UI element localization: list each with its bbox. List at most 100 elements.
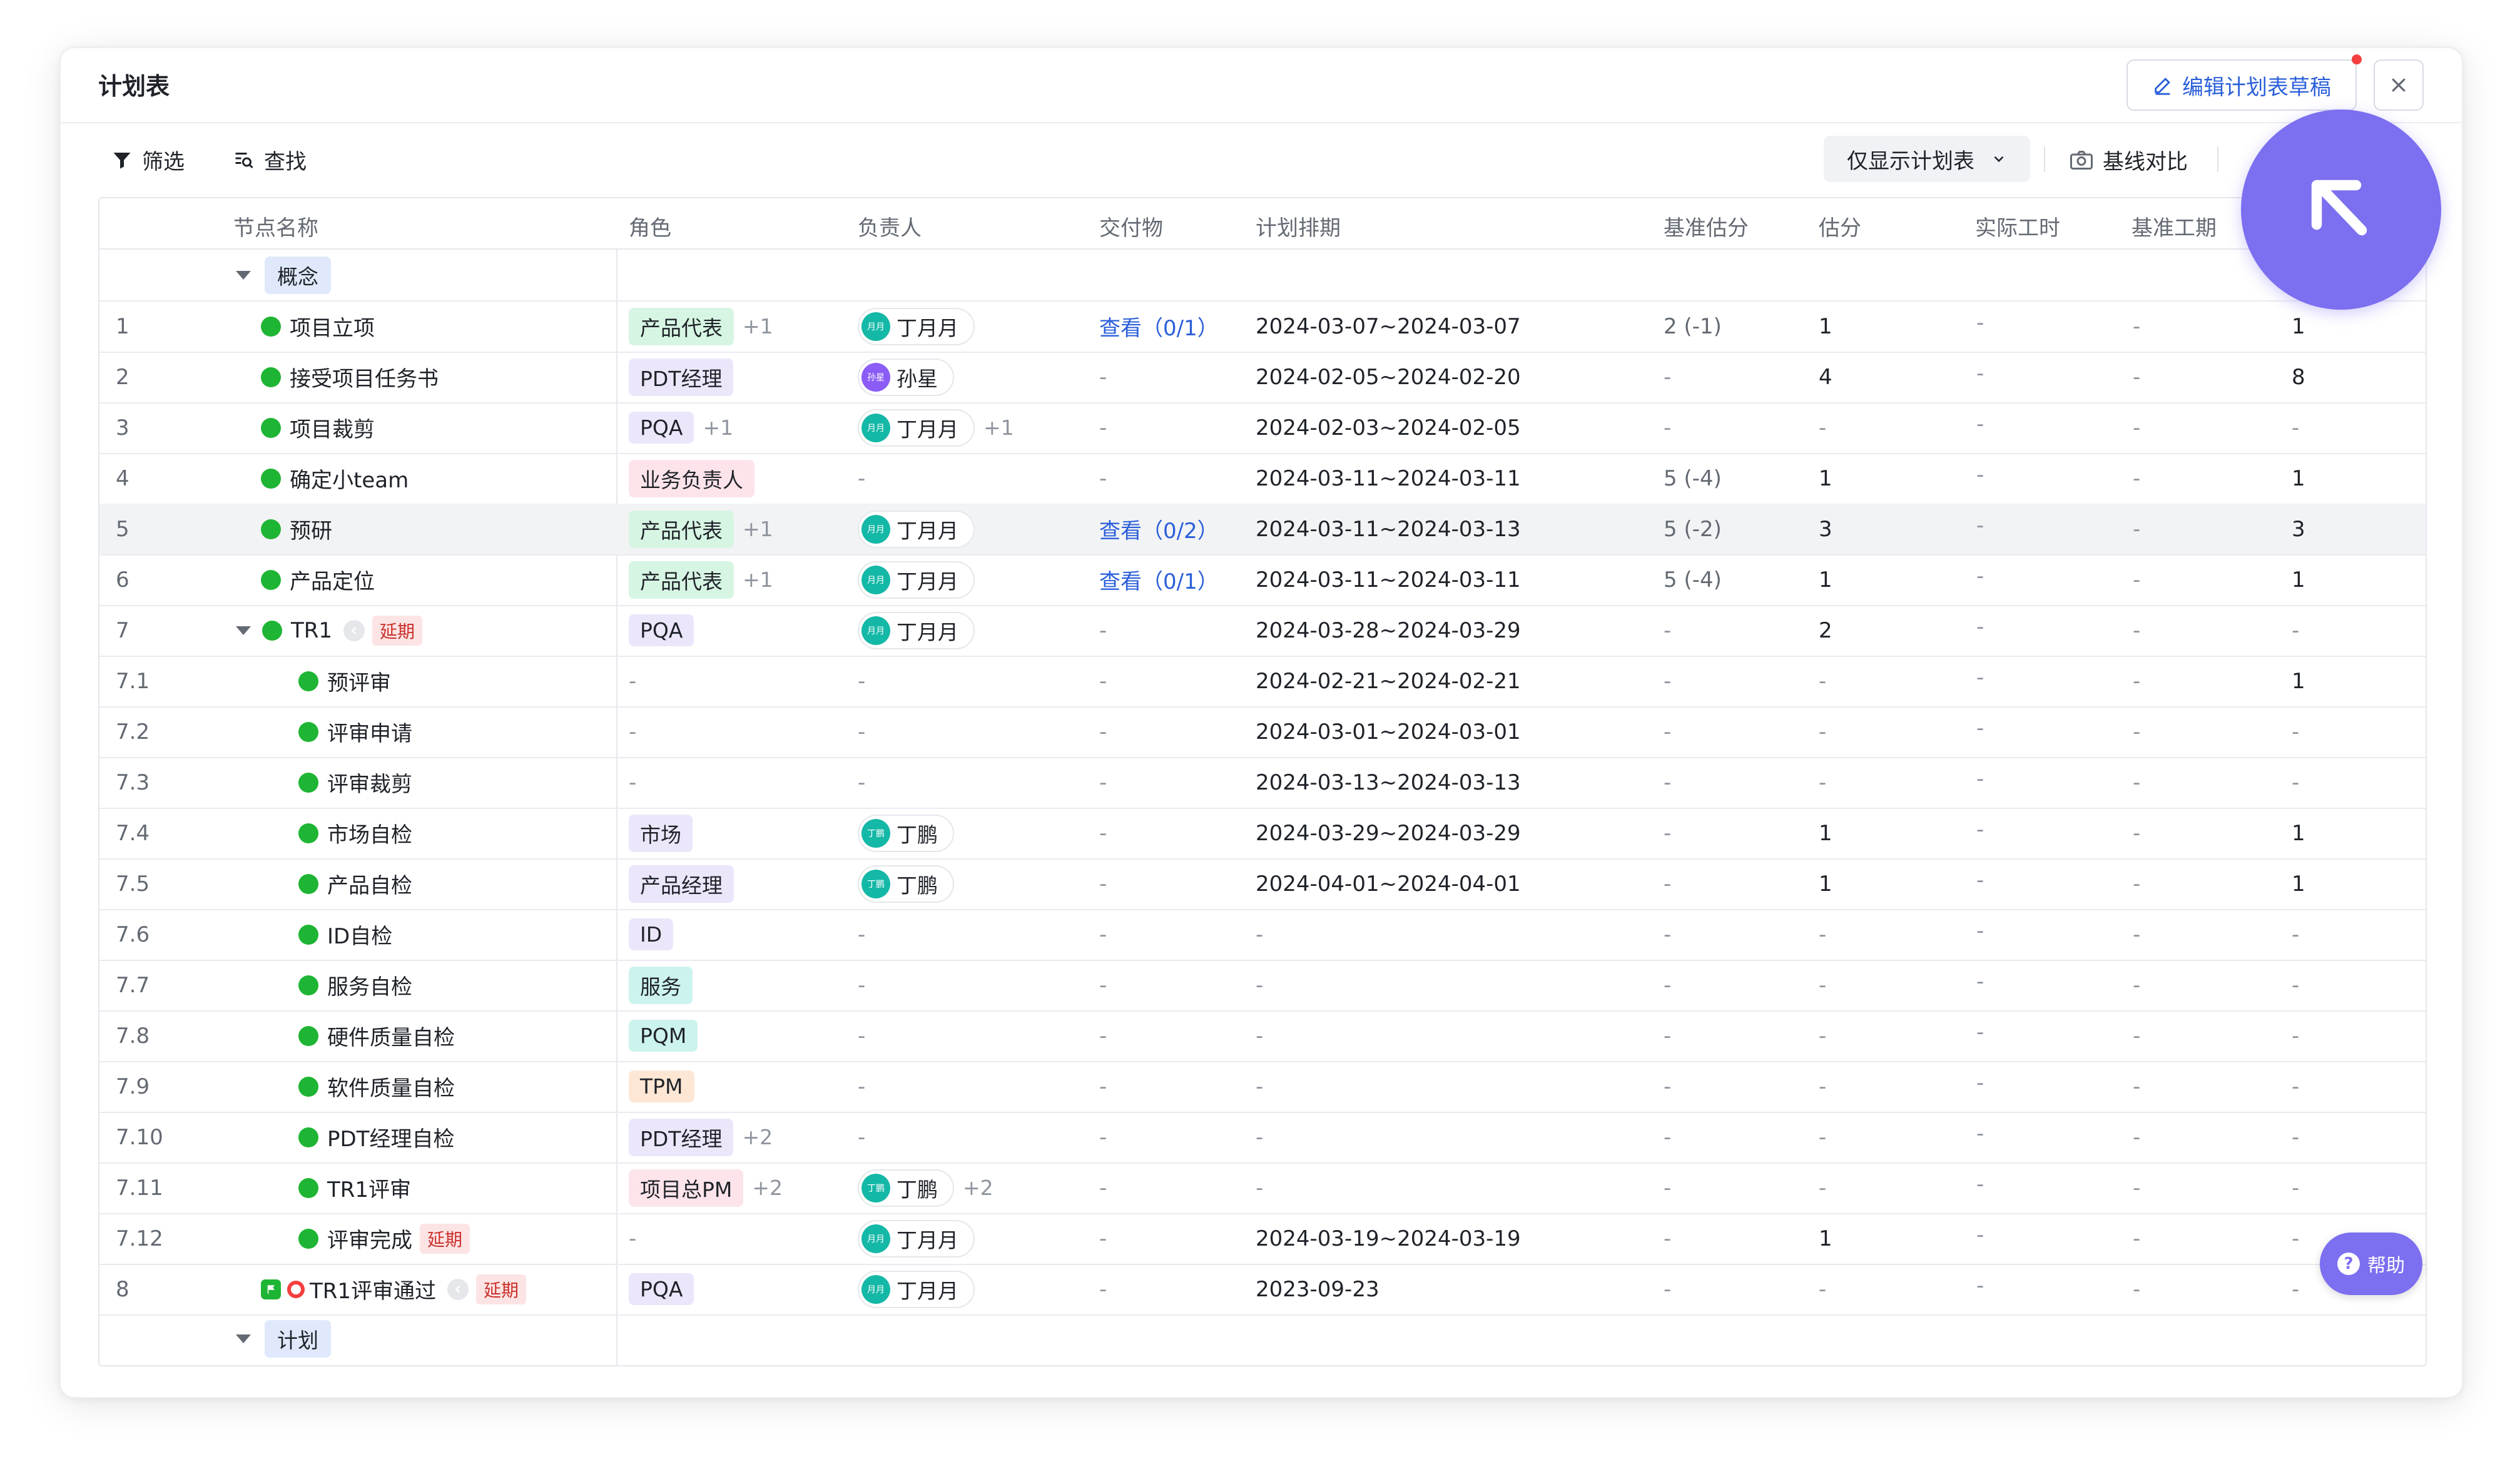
node-name[interactable]: 产品自检 <box>327 868 412 899</box>
table-row[interactable]: 7.7 服务自检 服务 - - - - - - - - <box>99 960 2426 1012</box>
owner-chip[interactable]: 孙星 孙星 <box>858 358 954 396</box>
owner-more-count[interactable]: +1 <box>983 415 1014 440</box>
node-name[interactable]: 评审完成 <box>327 1223 412 1254</box>
node-name[interactable]: 产品定位 <box>290 564 375 595</box>
role-cell[interactable]: 产品代表 +1 <box>629 301 773 352</box>
help-button[interactable]: ? 帮助 <box>2320 1233 2422 1295</box>
owner-more-count[interactable]: +2 <box>963 1176 993 1200</box>
find-button[interactable]: 查找 <box>233 145 307 175</box>
node-name[interactable]: 预评审 <box>327 666 391 696</box>
undo-icon[interactable] <box>447 1278 469 1300</box>
deliverable-link[interactable]: 查看（0/1） <box>1099 554 1219 605</box>
owner-chip[interactable]: 月月 丁月月 <box>858 510 975 548</box>
node-name[interactable]: 项目立项 <box>290 311 375 342</box>
owner-cell[interactable]: 月月 丁月月 <box>858 1264 975 1314</box>
role-cell[interactable]: 业务负责人 <box>629 453 754 504</box>
owner-chip[interactable]: 月月 丁月月 <box>858 561 975 599</box>
baseline-compare-button[interactable]: 基线对比 <box>2069 145 2188 175</box>
role-more-count[interactable]: +1 <box>743 517 773 541</box>
node-name[interactable]: 市场自检 <box>327 818 412 848</box>
owner-cell[interactable]: 月月 丁月月 <box>858 1213 975 1264</box>
owner-chip[interactable]: 丁鹏 丁鹏 <box>858 1169 954 1207</box>
role-cell[interactable]: PQA <box>629 1264 694 1314</box>
owner-cell[interactable]: 丁鹏 丁鹏 <box>858 808 954 858</box>
table-row[interactable]: 2 接受项目任务书 PDT经理 孙星 孙星 - 2024-02-05~2024-02-20 -… <box>99 352 2426 404</box>
table-row[interactable]: 3 项目裁剪 PQA +1 月月 丁月月 +1 - 2024-02-03~2024-02-05 -… <box>99 402 2426 454</box>
owner-cell[interactable]: 丁鹏 丁鹏 <box>858 858 954 909</box>
owner-cell[interactable]: 月月 丁月月 <box>858 554 975 605</box>
table-row[interactable]: 4 确定小team 业务负责人 - - 2024-03-11~2024-03-11 5 (-… <box>99 453 2426 505</box>
table-row[interactable]: 7.2 评审申请 - - - 2024-03-01~2024-03-01 - - - - - <box>99 706 2426 758</box>
close-button[interactable] <box>2374 59 2424 111</box>
role-cell[interactable]: PQA +1 <box>629 402 733 453</box>
role-cell[interactable]: 产品代表 +1 <box>629 554 773 605</box>
role-cell[interactable]: 产品代表 +1 <box>629 504 773 554</box>
deliverable-link[interactable]: 查看（0/1） <box>1099 301 1219 352</box>
owner-chip[interactable]: 月月 丁月月 <box>858 611 975 649</box>
table-row[interactable]: 7.1 预评审 - - - 2024-02-21~2024-02-21 - - - - 1 <box>99 656 2426 708</box>
node-name[interactable]: 硬件质量自检 <box>327 1020 455 1051</box>
role-more-count[interactable]: +1 <box>743 567 773 592</box>
table-row[interactable]: 8 TR1评审通过 延期 PQA 月月 丁月月 - 2023-09-23 - - - - - <box>99 1264 2426 1316</box>
table-row[interactable]: 7.5 产品自检 产品经理 丁鹏 丁鹏 - 2024-04-01~2024-04-01 - 1 -… <box>99 858 2426 910</box>
owner-chip[interactable]: 月月 丁月月 <box>858 1270 975 1308</box>
owner-cell[interactable]: 月月 丁月月 <box>858 504 975 554</box>
caret-down-icon[interactable] <box>236 1334 251 1343</box>
owner-cell[interactable]: 月月 丁月月 <box>858 301 975 352</box>
table-row[interactable]: 7.3 评审裁剪 - - - 2024-03-13~2024-03-13 - - - - - <box>99 757 2426 809</box>
owner-cell[interactable]: 月月 丁月月 <box>858 605 975 656</box>
only-plan-select[interactable]: 仅显示计划表 <box>1824 136 2030 182</box>
node-name[interactable]: 接受项目任务书 <box>290 362 439 392</box>
undo-icon[interactable] <box>343 619 365 641</box>
node-name[interactable]: TR1评审通过 <box>310 1274 436 1304</box>
node-name[interactable]: PDT经理自检 <box>327 1122 454 1152</box>
group-row[interactable]: 概念 <box>99 250 2426 302</box>
table-row[interactable]: 7.4 市场自检 市场 丁鹏 丁鹏 - 2024-03-29~2024-03-29 - 1 - - 1 <box>99 808 2426 860</box>
role-cell[interactable]: 产品经理 <box>629 858 734 909</box>
table-row[interactable]: 7.6 ID自检 ID - - - - - - - - <box>99 909 2426 961</box>
node-name[interactable]: 确定小team <box>290 463 409 494</box>
edit-plan-draft-button[interactable]: 编辑计划表草稿 <box>2126 59 2357 111</box>
node-name[interactable]: 预研 <box>290 514 332 544</box>
table-row[interactable]: 5 预研 产品代表 +1 月月 丁月月 查看（0/2） 2024-03-11~2024-03-… <box>99 504 2426 556</box>
owner-cell[interactable]: 月月 丁月月 +1 <box>858 402 1014 453</box>
role-cell[interactable]: TPM <box>629 1061 694 1112</box>
table-row[interactable]: 7.8 硬件质量自检 PQM - - - - - - - - <box>99 1010 2426 1062</box>
owner-cell[interactable]: 丁鹏 丁鹏 +2 <box>858 1162 993 1213</box>
table-row[interactable]: 7 TR1 延期 PQA 月月 丁月月 - 2024-03-28~2024-03-29 - 2 - -… <box>99 605 2426 657</box>
role-cell[interactable]: PQM <box>629 1010 698 1061</box>
role-cell[interactable]: ID <box>629 909 674 960</box>
role-cell[interactable]: PDT经理 +2 <box>629 1112 773 1162</box>
owner-cell[interactable]: 孙星 孙星 <box>858 352 954 402</box>
owner-chip[interactable]: 月月 丁月月 <box>858 307 975 345</box>
role-more-count[interactable]: +1 <box>703 415 733 440</box>
role-cell[interactable]: 市场 <box>629 808 693 858</box>
role-cell[interactable]: 项目总PM +2 <box>629 1162 783 1213</box>
owner-chip[interactable]: 丁鹏 丁鹏 <box>858 865 954 903</box>
role-cell[interactable]: 服务 <box>629 960 693 1010</box>
table-row[interactable]: 7.12 评审完成 延期 - 月月 丁月月 - 2024-03-19~2024-03-19 - 1… <box>99 1213 2426 1265</box>
deliverable-link[interactable]: 查看（0/2） <box>1099 504 1219 554</box>
node-name[interactable]: 评审申请 <box>327 716 412 747</box>
table-row[interactable]: 7.9 软件质量自检 TPM - - - - - - - - <box>99 1061 2426 1113</box>
role-cell[interactable]: PQA <box>629 605 694 656</box>
owner-chip[interactable]: 月月 丁月月 <box>858 409 975 447</box>
role-more-count[interactable]: +1 <box>743 314 773 338</box>
table-row[interactable]: 1 项目立项 产品代表 +1 月月 丁月月 查看（0/1） 2024-03-07~2024-0… <box>99 301 2426 353</box>
floating-pointer-button[interactable] <box>2241 109 2441 310</box>
table-row[interactable]: 7.10 PDT经理自检 PDT经理 +2 - - - - - - - - <box>99 1112 2426 1164</box>
owner-chip[interactable]: 月月 丁月月 <box>858 1219 975 1258</box>
table-row[interactable]: 7.11 TR1评审 项目总PM +2 丁鹏 丁鹏 +2 - - - - - - - <box>99 1162 2426 1214</box>
role-cell[interactable]: PDT经理 <box>629 352 734 402</box>
caret-down-icon[interactable] <box>236 626 251 635</box>
caret-down-icon[interactable] <box>236 270 251 280</box>
node-name[interactable]: ID自检 <box>327 919 392 950</box>
role-more-count[interactable]: +2 <box>742 1125 773 1149</box>
group-row[interactable]: 计划 <box>99 1313 2426 1364</box>
table-row[interactable]: 6 产品定位 产品代表 +1 月月 丁月月 查看（0/1） 2024-03-11~2024-0… <box>99 554 2426 606</box>
node-name[interactable]: TR1评审 <box>327 1172 411 1203</box>
node-name[interactable]: TR1 <box>291 618 332 643</box>
owner-chip[interactable]: 丁鹏 丁鹏 <box>858 814 954 852</box>
role-more-count[interactable]: +2 <box>752 1176 783 1200</box>
node-name[interactable]: 软件质量自检 <box>327 1071 455 1102</box>
